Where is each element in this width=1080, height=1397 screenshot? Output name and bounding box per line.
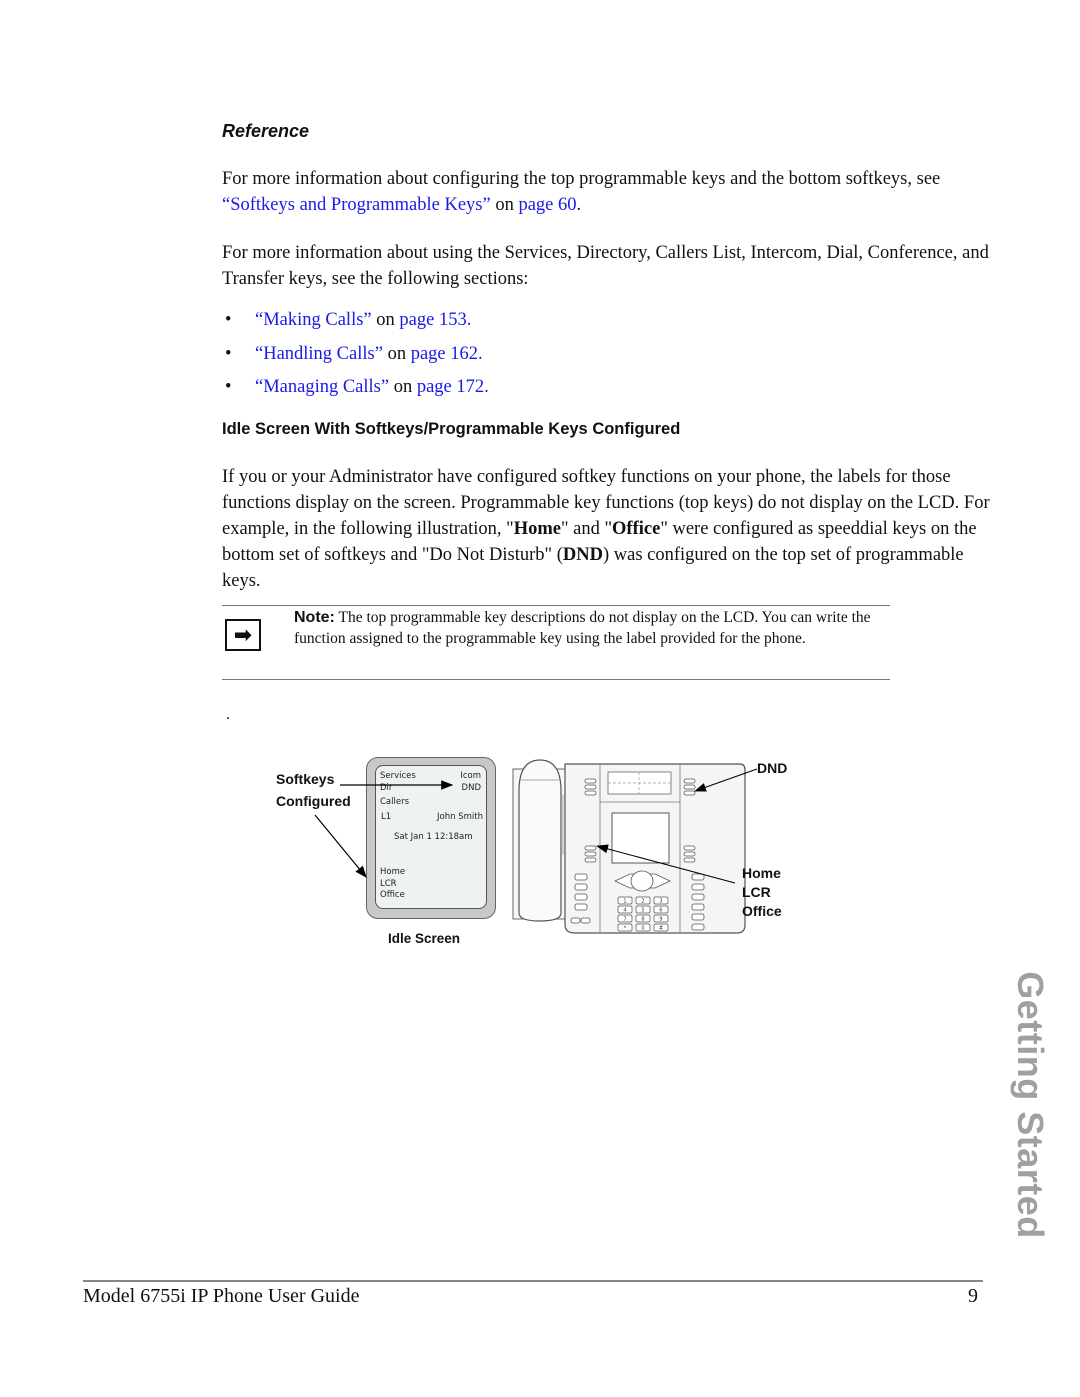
dial-key-label: # [659, 926, 663, 932]
dial-key-label: 3 [659, 899, 662, 905]
arrow-to-softkeys [314, 814, 367, 878]
handling-calls-link[interactable]: “Handling Calls” [255, 344, 383, 364]
phone-callout-dnd: DND [757, 760, 788, 776]
footer-title: Model 6755i IP Phone User Guide [83, 1285, 360, 1307]
dial-key-label: 7 [623, 917, 626, 923]
para-text: " and " [560, 519, 613, 539]
page-153-link[interactable]: page 153. [399, 310, 471, 330]
page-162-link[interactable]: page 162. [411, 344, 483, 364]
reference-paragraph-1: For more information about configuring t… [222, 166, 992, 218]
dial-key-label: 2 [641, 899, 644, 905]
phone-callout-softkeys: Home LCR Office [742, 864, 782, 921]
dial-key-label: 1 [623, 899, 626, 905]
para1-end: . [576, 195, 582, 215]
callout-office: Office [742, 903, 782, 919]
list-item: • “Handling Calls” on page 162. [222, 338, 489, 372]
idle-screen-heading: Idle Screen With Softkeys/Programmable K… [222, 420, 681, 438]
bullet-icon: • [225, 343, 232, 364]
idle-screen-caption: Idle Screen [388, 931, 461, 946]
softkey-callout-arrows [314, 780, 454, 878]
dial-key-label: 9 [659, 917, 662, 923]
reference-paragraph-2: For more information about using the Ser… [222, 243, 989, 289]
footer-rule [83, 1280, 983, 1282]
dial-key-label: 0 [641, 926, 644, 932]
making-calls-link[interactable]: “Making Calls” [255, 310, 372, 330]
callout-home: Home [742, 865, 781, 881]
chapter-title: Getting Started [1010, 971, 1051, 1239]
page-172-link[interactable]: page 172. [417, 377, 489, 397]
dial-key-label: 5 [641, 908, 644, 914]
dial-key-label: 4 [623, 908, 626, 914]
handset-icon [518, 759, 562, 922]
page-60-link[interactable]: page 60 [518, 195, 576, 215]
bullet-icon: • [225, 310, 232, 330]
note-body: The top programmable key descriptions do… [294, 609, 871, 647]
home-term: Home [513, 519, 561, 539]
note-text: Note: The top programmable key descripti… [294, 607, 890, 649]
page-number: 9 [968, 1285, 978, 1307]
lcd-office: Office [380, 890, 405, 900]
stray-period: . [226, 706, 230, 723]
idle-screen-paragraph: If you or your Administrator have config… [222, 464, 992, 594]
list-item: • “Making Calls” on page 153. [222, 304, 489, 338]
dnd-term: DND [562, 545, 603, 565]
arrow-right-icon: ➡ [225, 619, 261, 651]
note-label: Note: [294, 609, 335, 626]
office-term: Office [612, 519, 661, 539]
note-top-rule [222, 605, 890, 606]
para1-on: on [490, 195, 519, 215]
note-bottom-rule [222, 679, 890, 680]
dial-key-label: 6 [659, 908, 662, 914]
softkeys-programmable-keys-link[interactable]: “Softkeys and Programmable Keys” [222, 195, 491, 215]
callout-lcr: LCR [742, 884, 771, 900]
dial-key-label: 8 [641, 917, 644, 923]
on-text: on [371, 310, 400, 330]
phone-lcd-screen [611, 812, 670, 864]
bullet-icon: • [225, 377, 232, 397]
on-text: on [382, 343, 411, 364]
managing-calls-link[interactable]: “Managing Calls” [255, 377, 389, 397]
section-link-list: • “Making Calls” on page 153. • “Handlin… [222, 304, 489, 405]
reference-heading: Reference [222, 121, 310, 141]
para1-text: For more information about configuring t… [222, 169, 941, 189]
chapter-side-tab: Getting Started [1005, 955, 1055, 1255]
list-item: • “Managing Calls” on page 172. [222, 371, 489, 405]
on-text: on [389, 377, 417, 397]
